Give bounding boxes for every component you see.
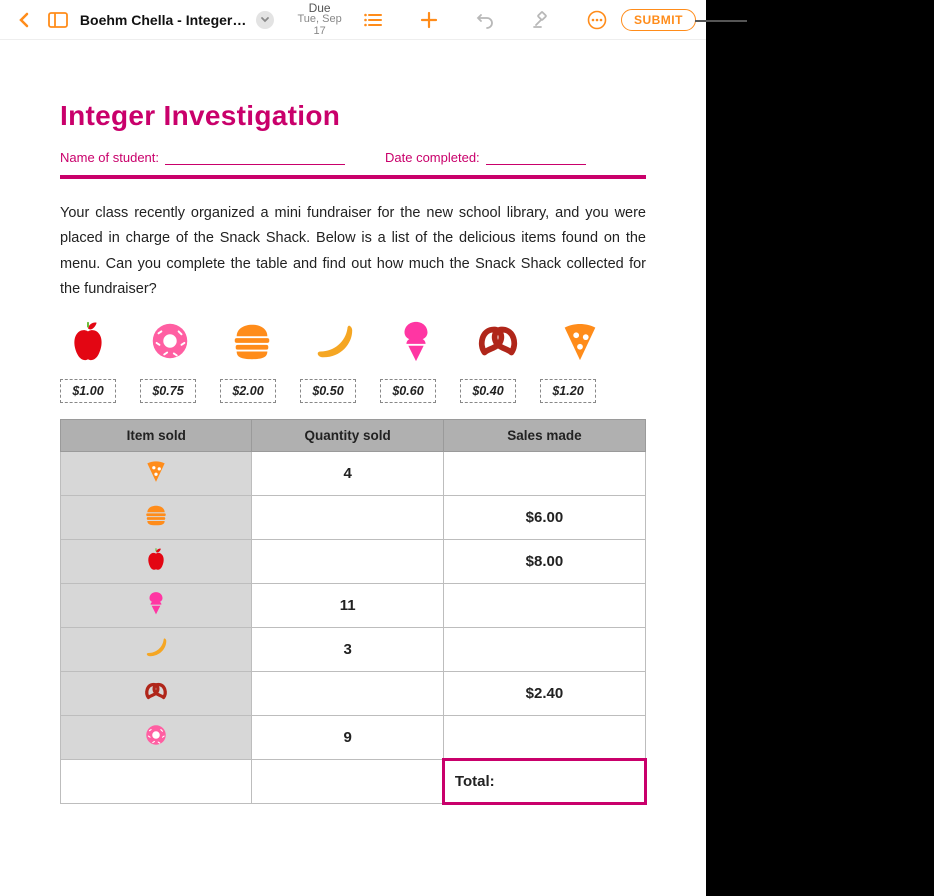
price-box: $0.60 (380, 379, 436, 403)
banana-icon (143, 634, 169, 660)
form-line: Name of student: Date completed: (60, 150, 646, 165)
burger-icon (143, 502, 169, 528)
sales-cell[interactable] (443, 451, 645, 495)
callout-line (695, 20, 747, 22)
icecream-icon (143, 590, 169, 616)
table-row: 9 (61, 715, 646, 759)
sales-cell[interactable]: $6.00 (443, 495, 645, 539)
pizza-icon (143, 458, 169, 484)
app-window: Boehm Chella - Integers I... Due Tue, Se… (0, 0, 706, 896)
icecream-icon (392, 317, 440, 365)
qty-cell[interactable] (252, 495, 443, 539)
qty-cell[interactable] (252, 671, 443, 715)
toolbar: Boehm Chella - Integers I... Due Tue, Se… (0, 0, 706, 40)
table-row: 3 (61, 627, 646, 671)
name-label: Name of student: (60, 150, 159, 165)
price-box: $1.00 (60, 379, 116, 403)
plus-icon[interactable] (415, 6, 443, 34)
apple-icon (143, 546, 169, 572)
sales-cell[interactable]: $2.40 (443, 671, 645, 715)
undo-icon[interactable] (471, 6, 499, 34)
more-icon[interactable] (583, 6, 611, 34)
sales-cell[interactable]: $8.00 (443, 539, 645, 583)
qty-cell[interactable]: 9 (252, 715, 443, 759)
gavel-icon[interactable] (527, 6, 555, 34)
due-date: Tue, Sep 17 (290, 14, 349, 37)
table-row: 4 (61, 451, 646, 495)
table-row: $2.40 (61, 671, 646, 715)
pizza-icon (556, 317, 604, 365)
horizontal-rule (60, 175, 646, 179)
item-cell (61, 451, 252, 495)
qty-cell[interactable]: 3 (252, 627, 443, 671)
due-block: Due Tue, Sep 17 (290, 2, 349, 38)
back-icon[interactable] (10, 6, 38, 34)
pretzel-icon (474, 317, 522, 365)
submit-button[interactable]: SUBMIT (621, 9, 696, 31)
total-cell[interactable]: Total: (443, 759, 645, 803)
table-row: 11 (61, 583, 646, 627)
item-cell (61, 715, 252, 759)
sidebar-icon[interactable] (44, 6, 72, 34)
sales-table: Item sold Quantity sold Sales made 4$6.0… (60, 419, 646, 804)
price-box: $0.75 (140, 379, 196, 403)
qty-cell[interactable] (252, 539, 443, 583)
sales-cell[interactable] (443, 627, 645, 671)
table-row: $6.00 (61, 495, 646, 539)
name-blank[interactable] (165, 151, 345, 165)
pretzel-icon (143, 678, 169, 704)
price-box: $0.50 (300, 379, 356, 403)
item-cell (61, 627, 252, 671)
chevron-down-icon[interactable] (256, 11, 274, 29)
total-blank2 (252, 759, 443, 803)
food-icons-row (60, 317, 646, 365)
price-box: $2.00 (220, 379, 276, 403)
item-cell (61, 671, 252, 715)
donut-icon (146, 317, 194, 365)
item-cell (61, 583, 252, 627)
document-title[interactable]: Boehm Chella - Integers I... (80, 12, 250, 28)
qty-cell[interactable]: 11 (252, 583, 443, 627)
th-qty: Quantity sold (252, 419, 443, 451)
burger-icon (228, 317, 276, 365)
intro-text: Your class recently organized a mini fun… (60, 201, 646, 303)
apple-icon (64, 317, 112, 365)
total-label: Total: (455, 773, 495, 790)
th-sales: Sales made (443, 419, 645, 451)
total-row: Total: (61, 759, 646, 803)
sales-cell[interactable] (443, 583, 645, 627)
prices-row: $1.00 $0.75 $2.00 $0.50 $0.60 $0.40 $1.20 (60, 379, 646, 403)
price-box: $1.20 (540, 379, 596, 403)
item-cell (61, 495, 252, 539)
total-blank1 (61, 759, 252, 803)
banana-icon (310, 317, 358, 365)
donut-icon (143, 722, 169, 748)
date-label: Date completed: (385, 150, 480, 165)
list-icon[interactable] (359, 6, 387, 34)
th-item: Item sold (61, 419, 252, 451)
sales-cell[interactable] (443, 715, 645, 759)
price-box: $0.40 (460, 379, 516, 403)
item-cell (61, 539, 252, 583)
worksheet-title: Integer Investigation (60, 100, 646, 132)
page-content: Integer Investigation Name of student: D… (0, 40, 706, 896)
table-row: $8.00 (61, 539, 646, 583)
date-blank[interactable] (486, 151, 586, 165)
qty-cell[interactable]: 4 (252, 451, 443, 495)
